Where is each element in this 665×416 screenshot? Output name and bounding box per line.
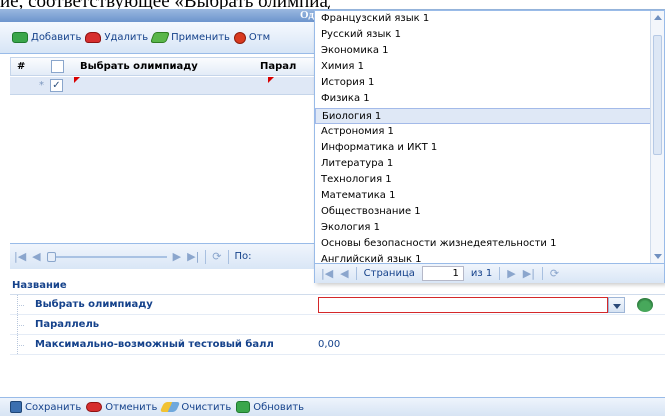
next-page-icon[interactable]: ▶ (173, 250, 181, 263)
dropdown-option[interactable]: Физика 1 (315, 91, 651, 107)
bottom-toolbar: Сохранить Отменить Очистить Обновить (0, 397, 665, 416)
dropdown-option[interactable]: Экология 1 (315, 220, 651, 236)
grid-body (10, 96, 320, 242)
add-button[interactable]: Добавить (12, 32, 81, 43)
row-checkbox[interactable]: ✓ (50, 79, 63, 92)
refresh-icon[interactable] (637, 297, 653, 312)
checkmark-icon (150, 32, 171, 43)
property-name: Максимально-возможный тестовый балл (35, 339, 274, 350)
delete-label: Удалить (104, 32, 149, 43)
property-header: Название (10, 275, 665, 295)
dropdown-option[interactable]: Английский язык 1 (315, 252, 651, 263)
apply-label: Применить (171, 32, 230, 43)
new-row-marker: * (39, 80, 44, 91)
page-slider[interactable] (46, 251, 167, 262)
cancel-changes-label: Отменить (105, 401, 158, 413)
refresh-label: Обновить (253, 401, 305, 413)
dropdown-option[interactable]: Астрономия 1 (315, 124, 651, 140)
olympiad-list: Французский язык 1 Русский язык 1 Экономик… (315, 11, 651, 263)
dropdown-option[interactable]: Информатика и ИКТ 1 (315, 140, 651, 156)
property-row-olympiad: Выбрать олимпиаду (10, 295, 665, 315)
slider-thumb[interactable] (46, 251, 56, 262)
property-value[interactable]: 0,00 (318, 339, 340, 350)
dropdown-option[interactable]: Русский язык 1 (315, 27, 651, 43)
prev-page-icon[interactable]: ◀ (32, 250, 40, 263)
grid-pager: |◀ ◀ ▶ ▶| ⟳ По: (10, 243, 320, 269)
column-select-olympiad[interactable]: Выбрать олимпиаду (76, 61, 254, 72)
combo-dropdown-button[interactable] (608, 296, 625, 313)
cancel-button[interactable]: Отм (233, 31, 271, 44)
dropdown-option[interactable]: Основы безопасности жизнедеятельности 1 (315, 236, 651, 252)
tree-connector (10, 295, 35, 314)
property-row-parallel: Параллель (10, 315, 665, 335)
refresh-button[interactable]: Обновить (236, 401, 304, 413)
refresh-icon (236, 401, 251, 413)
pager-separator (205, 249, 207, 264)
eraser-icon (160, 402, 181, 412)
tree-connector (10, 335, 35, 354)
refresh-icon[interactable]: ⟳ (212, 250, 221, 263)
dropdown-option[interactable]: Биология 1 (315, 107, 651, 124)
column-number: # (17, 61, 26, 72)
add-icon (12, 32, 28, 43)
property-grid: Название Выбрать олимпиаду Параллель Мак… (10, 275, 665, 355)
dropdown-option[interactable]: Математика 1 (315, 188, 651, 204)
grid-header: # Выбрать олимпиаду Парал (10, 57, 320, 76)
dirty-cell-marker (74, 77, 80, 83)
cancel-icon (86, 402, 103, 412)
save-icon (10, 401, 22, 413)
scroll-down-icon[interactable] (654, 254, 662, 259)
dirty-cell-marker (268, 77, 274, 83)
dropdown-option[interactable]: Химия 1 (315, 59, 651, 75)
delete-icon (85, 32, 102, 43)
scroll-up-icon[interactable] (654, 15, 662, 20)
pager-separator (227, 249, 229, 264)
dropdown-option[interactable]: Обществознание 1 (315, 204, 651, 220)
cancel-changes-button[interactable]: Отменить (86, 402, 157, 413)
page-size-label: По: (234, 251, 252, 262)
cancel-icon (233, 31, 246, 44)
property-row-max-score: Максимально-возможный тестовый балл 0,00 (10, 335, 665, 355)
save-label: Сохранить (25, 401, 82, 413)
last-page-icon[interactable]: ▶| (187, 250, 199, 263)
dropdown-option[interactable]: Литература 1 (315, 156, 651, 172)
first-page-icon[interactable]: |◀ (14, 250, 26, 263)
save-button[interactable]: Сохранить (10, 401, 81, 413)
delete-button[interactable]: Удалить (85, 32, 148, 43)
clear-button[interactable]: Очистить (160, 401, 232, 413)
dropdown-scrollbar[interactable] (650, 11, 664, 263)
clear-label: Очистить (181, 401, 232, 413)
tree-connector (10, 315, 35, 334)
table-row[interactable]: * ✓ (10, 77, 320, 95)
add-label: Добавить (31, 32, 82, 43)
column-parallel[interactable]: Парал (254, 61, 296, 72)
dropdown-option[interactable]: Экономика 1 (315, 43, 651, 59)
dropdown-option[interactable]: Технология 1 (315, 172, 651, 188)
olympiad-dropdown: Французский язык 1 Русский язык 1 Экономик… (314, 10, 665, 283)
dropdown-option[interactable]: Французский язык 1 (315, 11, 651, 27)
olympiad-combo-input[interactable] (318, 296, 608, 313)
cancel-label: Отм (248, 32, 271, 43)
scroll-thumb[interactable] (653, 35, 662, 155)
property-name: Выбрать олимпиаду (35, 299, 153, 310)
select-all-checkbox[interactable] (51, 60, 64, 73)
property-name: Параллель (35, 319, 100, 330)
apply-button[interactable]: Применить (150, 32, 230, 43)
dropdown-option[interactable]: История 1 (315, 75, 651, 91)
